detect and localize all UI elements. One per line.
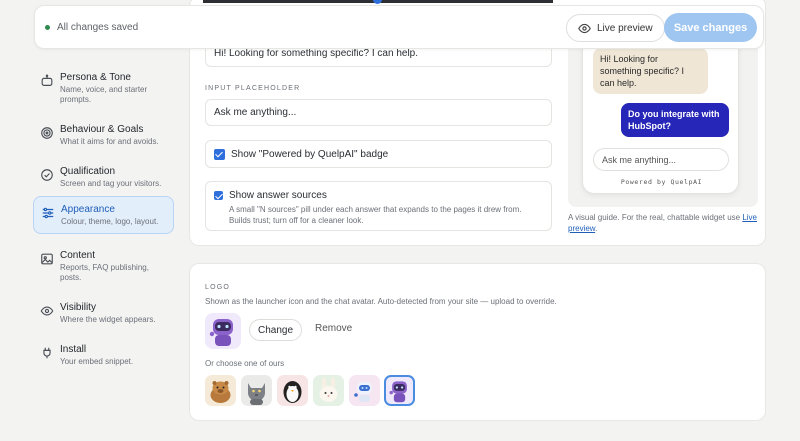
sidebar-item-subtitle: Colour, theme, logo, layout.	[61, 217, 159, 226]
powered-badge-option: Show "Powered by QuelpAI" badge	[205, 140, 552, 168]
input-placeholder-value: Ask me anything...	[214, 107, 297, 118]
change-logo-button[interactable]: Change	[249, 319, 302, 341]
eye-icon	[40, 306, 54, 316]
sidebar-item-appearance[interactable]: Appearance Colour, theme, logo, layout.	[33, 196, 174, 234]
sidebar-item-subtitle: Screen and tag your visitors.	[60, 179, 162, 188]
eye-icon	[578, 23, 591, 33]
sidebar-item-title: Appearance	[61, 204, 115, 215]
powered-badge-label: Show "Powered by QuelpAI" badge	[231, 149, 389, 160]
sliders-icon	[42, 207, 54, 219]
sidebar-item-install[interactable]: Install Your embed snippet.	[33, 337, 174, 375]
logo-option-purple-robot[interactable]	[384, 375, 415, 406]
logo-option-cat[interactable]	[241, 375, 272, 406]
sidebar-item-behaviour-goals[interactable]: Behaviour & Goals What it aims for and a…	[33, 117, 174, 155]
blue-robot-icon	[354, 382, 372, 402]
sidebar-item-content[interactable]: Content Reports, FAQ publishing, posts.	[33, 243, 174, 282]
sidebar-item-title: Qualification	[60, 166, 116, 177]
sidebar-item-subtitle: Reports, FAQ publishing, posts.	[60, 263, 149, 282]
purple-robot-icon	[389, 381, 407, 403]
sidebar-item-subtitle: Your embed snippet.	[60, 357, 134, 366]
save-status: All changes saved	[45, 22, 138, 33]
powered-badge-checkbox[interactable]	[214, 149, 225, 160]
answer-sources-checkbox[interactable]	[214, 191, 223, 200]
capybara-icon	[210, 381, 231, 403]
remove-logo-button[interactable]: Remove	[315, 323, 352, 334]
input-placeholder-label: INPUT PLACEHOLDER	[205, 85, 301, 92]
powered-by-badge: Powered by QuelpAI	[620, 178, 703, 186]
sidebar-item-title: Behaviour & Goals	[60, 124, 144, 135]
status-dot-icon	[45, 25, 50, 30]
plug-icon	[43, 347, 51, 359]
logo-description: Shown as the launcher icon and the chat …	[205, 297, 557, 306]
live-preview-label: Live preview	[597, 22, 653, 34]
target-icon	[41, 127, 53, 139]
sidebar-item-persona-tone[interactable]: Persona & Tone Name, voice, and starter …	[33, 65, 174, 104]
logo-settings-card: LOGO Shown as the launcher icon and the …	[189, 263, 766, 421]
greeting-input-value: Hi! Looking for something specific? I ca…	[214, 48, 418, 59]
sidebar-item-subtitle: Name, voice, and starter prompts.	[60, 85, 148, 104]
choose-logo-label: Or choose one of ours	[205, 359, 285, 368]
logo-section-label: LOGO	[205, 284, 231, 291]
save-status-text: All changes saved	[57, 22, 139, 33]
check-circle-icon	[41, 169, 53, 181]
sidebar-item-title: Install	[60, 344, 87, 355]
save-changes-button[interactable]: Save changes	[664, 13, 757, 42]
robot-icon	[41, 74, 53, 86]
sidebar-item-qualification[interactable]: Qualification Screen and tag your visito…	[33, 159, 174, 197]
save-bar: All changes saved Live preview Save chan…	[34, 5, 764, 49]
user-message-bubble: Do you integrate with HubSpot?	[621, 103, 729, 137]
sidebar-item-subtitle: What it aims for and avoids.	[60, 137, 159, 146]
purple-robot-icon	[209, 319, 233, 346]
sidebar-item-title: Content	[60, 250, 96, 261]
logo-option-bunny[interactable]	[313, 375, 344, 406]
bunny-icon	[319, 377, 338, 402]
logo-option-blue-robot[interactable]	[349, 375, 380, 406]
sidebar-item-title: Visibility	[60, 302, 96, 313]
cat-icon	[248, 383, 265, 405]
answer-sources-description: A small "N sources" pill under each answ…	[229, 205, 522, 225]
sidebar-item-subtitle: Where the widget appears.	[60, 315, 156, 324]
logo-option-capybara[interactable]	[205, 375, 236, 406]
bot-message-bubble: Hi! Looking for something specific? I ca…	[593, 48, 708, 94]
sidebar-item-visibility[interactable]: Visibility Where the widget appears.	[33, 295, 174, 333]
widget-chat-input: Ask me anything...	[593, 148, 729, 171]
answer-sources-option: Show answer sources A small "N sources" …	[205, 181, 552, 231]
answer-sources-label: Show answer sources	[229, 190, 327, 201]
live-preview-button[interactable]: Live preview	[566, 14, 665, 42]
current-logo-avatar	[205, 313, 241, 349]
penguin-icon	[283, 381, 302, 403]
input-placeholder-field[interactable]: Ask me anything...	[205, 99, 552, 126]
preview-note-end: .	[595, 224, 598, 233]
widget-input-placeholder: Ask me anything...	[602, 154, 677, 165]
logo-option-penguin[interactable]	[277, 375, 308, 406]
preview-note: A visual guide. For the real, chattable …	[568, 212, 758, 234]
preview-note-text: A visual guide. For the real, chattable …	[568, 213, 743, 222]
sidebar-item-title: Persona & Tone	[60, 72, 131, 83]
image-icon	[41, 253, 53, 265]
